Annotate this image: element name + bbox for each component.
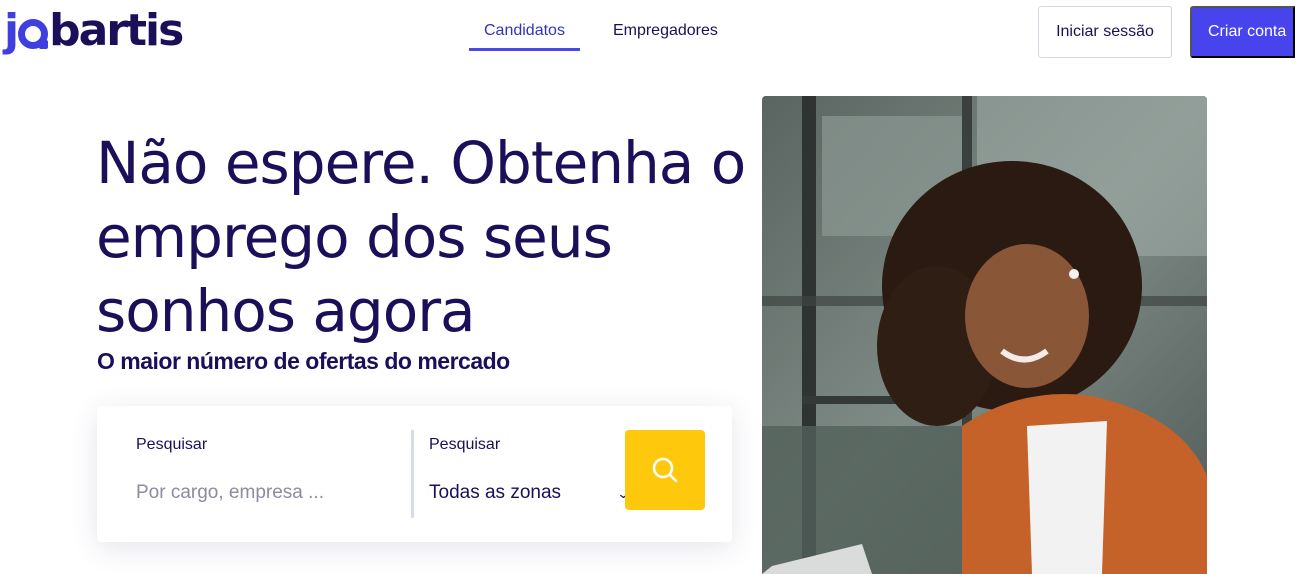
signup-button[interactable]: Criar conta [1190,6,1295,58]
logo-text: bartis [49,5,184,56]
zone-label: Pesquisar [429,436,501,453]
search-button[interactable] [625,430,705,510]
main-nav: Candidatos Empregadores [469,14,733,51]
photo-woman-laptop [762,96,1207,574]
login-button[interactable]: Iniciar sessão [1038,6,1172,58]
tab-candidatos[interactable]: Candidatos [469,14,580,51]
hero-subtitle: O maior número de ofertas do mercado [97,348,510,374]
keyword-search-input[interactable] [136,478,386,508]
logo-letter-j: j [4,5,19,56]
search-icon [652,457,678,483]
field-divider [411,430,414,518]
tab-empregadores[interactable]: Empregadores [598,14,733,51]
zone-select-value: Todas as zonas [429,482,562,503]
hero-photo [762,96,1207,574]
search-card: Pesquisar Pesquisar Todas as zonas ⌄ [97,406,732,542]
logo-o-icon [18,19,49,49]
jobartis-logo[interactable]: j bartis [4,5,184,56]
keyword-label: Pesquisar [136,436,208,453]
hero-title: Não espere. Obtenha o emprego dos seus s… [96,129,746,345]
zone-select[interactable]: Todas as zonas ⌄ [429,476,631,510]
